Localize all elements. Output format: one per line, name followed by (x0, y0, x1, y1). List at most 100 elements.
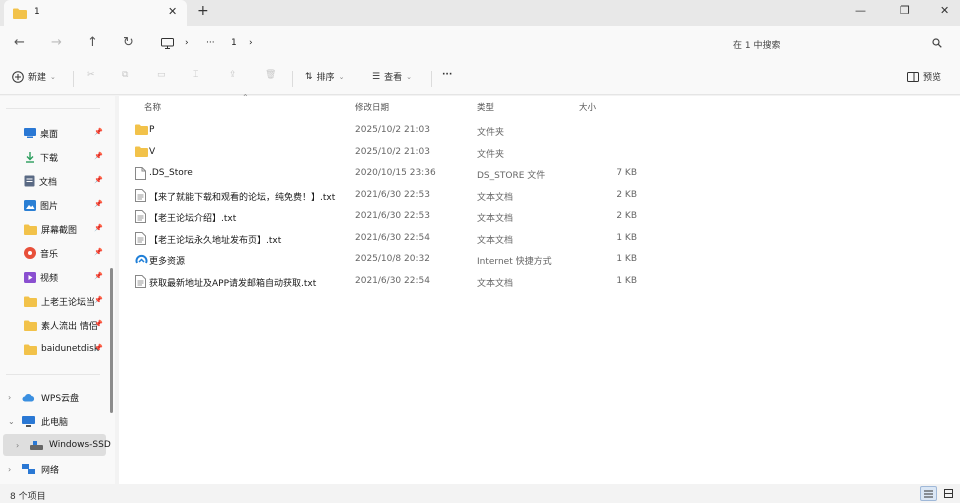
music-icon (24, 247, 36, 259)
forward-button[interactable]: → (51, 35, 62, 50)
scissors-icon: ✂ (87, 70, 95, 80)
file-name: 【老王论坛介绍】.txt (149, 214, 237, 224)
new-button[interactable]: 新建 ⌄ (12, 70, 56, 83)
sidebar-item[interactable]: 上老王论坛当 📌 (24, 290, 106, 312)
sidebar-item-label: 桌面 (40, 129, 59, 140)
share-button[interactable]: ⇪ (229, 70, 237, 80)
column-header-size[interactable]: 大小 (579, 101, 596, 113)
tab-close-icon[interactable]: ✕ (168, 5, 177, 18)
sidebar-item[interactable]: 图片 📌 (24, 194, 106, 216)
sidebar-item[interactable]: 视频 📌 (24, 266, 106, 288)
sidebar-item[interactable]: 桌面 📌 (24, 122, 106, 144)
file-row[interactable]: V 2025/10/2 21:03 文件夹 (129, 142, 949, 163)
chevron-down-icon: ⌄ (50, 72, 56, 81)
chevron-icon[interactable]: › (8, 393, 16, 402)
refresh-button[interactable]: ↻ (123, 35, 134, 50)
file-row[interactable]: 【老王论坛介绍】.txt 2021/6/30 22:53 文本文档 2 KB (129, 206, 949, 227)
tree-item-label: Windows-SSD (49, 440, 111, 450)
minimize-button[interactable]: — (855, 4, 866, 17)
file-row[interactable]: .DS_Store 2020/10/15 23:36 DS_STORE 文件 7 KB (129, 163, 949, 184)
internet-shortcut-icon (135, 253, 148, 269)
tab-1[interactable]: 1 ✕ (4, 0, 187, 26)
text-file-icon (135, 231, 146, 248)
delete-button[interactable]: 🗑 (265, 70, 276, 80)
chevron-icon[interactable]: › (16, 441, 24, 450)
sidebar-item[interactable]: 屏幕截图 📌 (24, 218, 106, 240)
file-modified-date: 2021/6/30 22:53 (355, 189, 430, 200)
file-name: V (149, 146, 156, 157)
file-row[interactable]: 【来了就能下载和观看的论坛，纯免费！】.txt 2021/6/30 22:53 文本… (129, 185, 949, 206)
file-type: 文本文档 (477, 235, 514, 246)
folder-icon (24, 320, 37, 331)
more-options-button[interactable]: ··· (442, 70, 452, 80)
pin-icon: 📌 (94, 200, 103, 208)
file-row[interactable]: 更多资源 2025/10/8 20:32 Internet 快捷方式 1 KB (129, 249, 949, 270)
sort-button[interactable]: ⇅ 排序 ⌄ (305, 70, 345, 84)
view-button[interactable]: ☰ 查看 ⌄ (372, 70, 412, 84)
sidebar-item[interactable]: 素人流出 情侣 📌 (24, 314, 106, 336)
copy-icon: ⧉ (122, 70, 129, 80)
picture-icon (24, 199, 36, 211)
file-name: 【老王论坛永久地址发布页】.txt (149, 235, 282, 246)
preview-button[interactable]: 预览 (907, 70, 941, 83)
file-type: 文本文档 (477, 214, 514, 224)
rename-button[interactable]: ⌶ (193, 70, 198, 80)
column-header-modified[interactable]: 修改日期 (355, 101, 389, 113)
file-modified-date: 2021/6/30 22:54 (355, 232, 430, 243)
new-label: 新建 (28, 73, 47, 83)
divider (292, 71, 293, 87)
tiles-view-icon (944, 489, 953, 498)
close-window-button[interactable]: ✕ (940, 4, 949, 17)
details-view-button[interactable] (920, 486, 937, 501)
column-header-name[interactable]: 名称 (144, 101, 161, 113)
tree-item-label: WPS云盘 (41, 393, 80, 404)
navigation-pane: 桌面 📌 下载 📌 文档 📌 图片 📌 屏幕截图 📌 音乐 📌 视频 📌 上老王论坛当 📌 素人流出 情侣 📌 ba… (0, 96, 115, 484)
tree-item[interactable]: › WPS云盘 (8, 386, 79, 408)
sidebar-item[interactable]: baidunetdisk 📌 (24, 338, 106, 360)
tiles-view-button[interactable] (940, 486, 957, 501)
chevron-icon[interactable]: ⌄ (8, 417, 16, 426)
back-button[interactable]: ← (14, 35, 25, 50)
text-file-icon (135, 188, 146, 205)
sort-ascending-icon: ⌃ (242, 93, 249, 102)
new-tab-button[interactable]: + (197, 3, 209, 19)
file-row[interactable]: P 2025/10/2 21:03 文件夹 (129, 120, 949, 141)
restore-button[interactable]: ❐ (900, 4, 910, 17)
search-input[interactable]: 在 1 中搜索 (720, 31, 952, 57)
cut-button[interactable]: ✂ (87, 70, 95, 80)
chevron-icon[interactable]: › (8, 465, 16, 474)
sidebar-item[interactable]: 文档 📌 (24, 170, 106, 192)
plus-circle-icon (12, 70, 24, 83)
sidebar-item-label: 素人流出 情侣 (41, 321, 98, 332)
file-row[interactable]: 【老王论坛永久地址发布页】.txt 2021/6/30 22:54 文本文档 1 KB (129, 228, 949, 249)
breadcrumb-separator: › (249, 38, 253, 48)
file-row[interactable]: 获取最新地址及APP请发邮箱自动获取.txt 2021/6/30 22:54 文本文… (129, 271, 949, 292)
copy-button[interactable]: ⧉ (122, 70, 128, 80)
chevron-down-icon: ⌄ (338, 72, 345, 81)
file-size: 1 KB (616, 275, 637, 286)
tree-item[interactable]: › Windows-SSD (16, 434, 111, 456)
details-view-icon (924, 490, 933, 497)
pin-icon: 📌 (94, 152, 103, 160)
network-icon (22, 463, 35, 475)
document-icon (24, 175, 35, 187)
up-button[interactable]: ↑ (87, 35, 98, 50)
file-modified-date: 2021/6/30 22:54 (355, 275, 430, 286)
sidebar-item[interactable]: 下载 📌 (24, 146, 106, 168)
breadcrumb-more[interactable]: ··· (206, 38, 215, 48)
breadcrumb-folder[interactable]: 1 (231, 38, 237, 48)
file-type: 文件夹 (477, 149, 505, 160)
sidebar-item-label: 屏幕截图 (41, 225, 78, 236)
tree-item[interactable]: ⌄ 此电脑 (8, 410, 68, 432)
tree-item-label: 此电脑 (41, 417, 69, 428)
breadcrumb[interactable]: › ··· 1 › (155, 31, 710, 57)
column-header-type[interactable]: 类型 (477, 101, 494, 113)
sidebar-item[interactable]: 音乐 📌 (24, 242, 106, 264)
trash-icon: 🗑 (265, 70, 277, 80)
search-icon[interactable] (932, 38, 942, 48)
paste-button[interactable]: ▭ (157, 70, 166, 80)
pin-icon: 📌 (94, 128, 103, 136)
tree-item[interactable]: › 网络 (8, 458, 59, 480)
sidebar-scrollbar[interactable] (110, 268, 113, 413)
file-type: 文件夹 (477, 128, 505, 138)
